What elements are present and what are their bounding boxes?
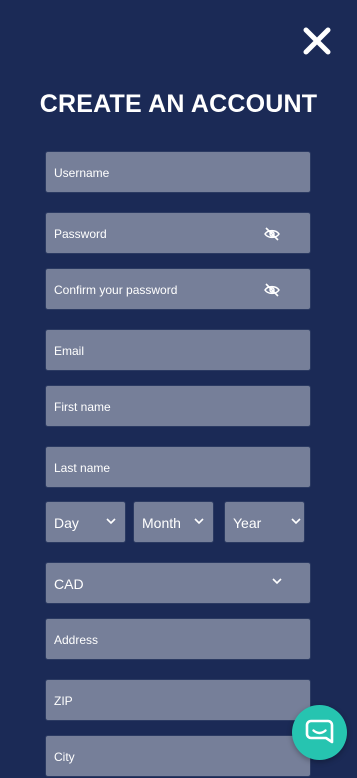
year-select[interactable]: Year — [224, 501, 305, 543]
month-select[interactable]: Month — [133, 501, 214, 543]
password-field[interactable]: Password — [45, 212, 311, 254]
currency-select-value: CAD — [54, 576, 84, 592]
chevron-down-icon — [106, 518, 116, 525]
eye-slash-icon[interactable] — [264, 226, 280, 242]
page-title: CREATE AN ACCOUNT — [39, 90, 318, 118]
email-placeholder: Email — [54, 344, 85, 358]
address-field[interactable]: Address — [45, 618, 311, 660]
confirm-password-placeholder: Confirm your password — [54, 283, 178, 297]
first-name-placeholder: First name — [54, 400, 111, 414]
password-placeholder: Password — [54, 227, 107, 241]
chat-button[interactable] — [292, 705, 347, 760]
zip-field[interactable]: ZIP — [45, 679, 311, 721]
zip-placeholder: ZIP — [54, 694, 73, 708]
last-name-placeholder: Last name — [54, 461, 111, 475]
close-button[interactable] — [302, 26, 332, 56]
year-select-value: Year — [233, 515, 262, 531]
email-field[interactable]: Email — [45, 329, 311, 371]
confirm-password-field[interactable]: Confirm your password — [45, 268, 311, 310]
address-placeholder: Address — [54, 633, 99, 647]
username-placeholder: Username — [54, 166, 110, 180]
eye-slash-icon[interactable] — [264, 282, 280, 298]
close-icon — [303, 27, 331, 55]
day-select-value: Day — [54, 515, 79, 531]
chevron-down-icon — [272, 578, 282, 585]
chat-bubble-icon — [305, 719, 334, 744]
last-name-field[interactable]: Last name — [45, 446, 311, 488]
first-name-field[interactable]: First name — [45, 385, 311, 427]
chevron-down-icon — [194, 518, 204, 525]
month-select-value: Month — [142, 515, 181, 531]
city-placeholder: City — [54, 750, 75, 764]
currency-select[interactable]: CAD — [45, 562, 311, 604]
day-select[interactable]: Day — [45, 501, 126, 543]
chevron-down-icon — [291, 518, 301, 525]
city-field[interactable]: City — [45, 735, 311, 777]
username-field[interactable]: Username — [45, 151, 311, 193]
